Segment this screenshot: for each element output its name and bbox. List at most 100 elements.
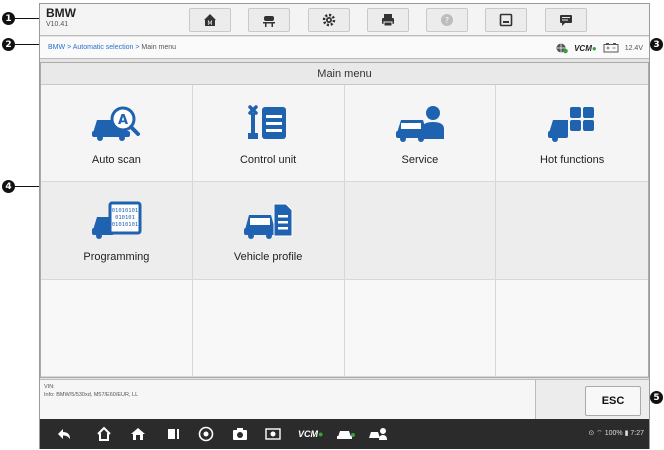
vcm-label: VCM [574,43,592,53]
vehicle-shortcut-icon[interactable] [336,426,356,442]
callout-leader [15,44,39,45]
breadcrumb-separator: > [67,44,72,51]
breadcrumb-current: Main menu [141,44,177,51]
home-icon: M [204,14,216,27]
system-status: ⊙ ⌔ 100% ▮ 7:27 [588,429,644,438]
svg-text:A: A [118,113,128,128]
callout-marker: 4 [2,180,15,193]
settings-button[interactable] [308,8,350,32]
svg-text:01010101: 01010101 [112,222,139,228]
esc-button[interactable]: ESC [585,386,641,416]
hot-functions-icon [548,107,595,142]
info-line: Info: BMW/5/530xd, M57/E60/EUR, LL [44,392,139,398]
vcm-shortcut[interactable]: VCM● [298,426,324,442]
functional-buttons: ESC [535,380,649,420]
camera-icon[interactable] [232,426,248,442]
battery-voltage-icon [603,43,619,53]
vehicle-lift-icon [263,16,275,27]
menu-tile-empty [192,279,345,377]
callout-marker: 3 [650,38,663,51]
android-home-icon[interactable] [96,426,112,442]
display-icon[interactable] [265,426,281,442]
vehicle-swap-button[interactable] [248,8,290,32]
main-menu-panel: Main menu A Auto scan Control unit Servi… [40,62,649,378]
vehicle-profile-icon [244,203,293,240]
menu-tile-vehicle-profile[interactable]: Vehicle profile [192,182,345,280]
top-toolbar: BMW V10.41 M ? [40,4,649,36]
menu-tile-empty [344,182,497,280]
remote-expert-icon[interactable] [368,426,388,442]
menu-tile-programming[interactable]: 01010101 010101 01010101 Programming [41,182,193,280]
battery-icon: ▮ [624,430,629,437]
tablet-screen: BMW V10.41 M ? BMW > Automatic selection… [39,3,650,449]
network-icon [556,43,568,54]
main-menu-title: Main menu [41,63,648,85]
svg-text:M: M [207,20,212,27]
vcm-shortcut-label: VCM [298,429,318,439]
menu-tile-label: Programming [83,251,150,264]
vehicle-make: BMW [46,6,76,20]
menu-tile-label: Control unit [239,154,297,166]
save-button[interactable] [485,8,527,32]
breadcrumb-link-selection[interactable]: Automatic selection [73,44,134,51]
menu-tile-empty [496,182,648,280]
recent-apps-icon[interactable] [165,426,181,442]
clock: 7:27 [630,430,644,437]
gear-icon [322,13,336,27]
svg-text:01010101: 01010101 [112,208,139,214]
browser-icon[interactable] [198,426,214,442]
svg-text:010101: 010101 [115,215,135,221]
menu-tile-auto-scan[interactable]: A Auto scan [41,85,193,183]
callout-marker: 1 [2,12,15,25]
menu-tile-empty [496,279,648,377]
menu-tile-label: Service [401,154,439,166]
breadcrumb-separator: > [135,44,140,51]
callout-marker: 2 [2,38,15,51]
back-icon[interactable] [56,426,72,442]
printer-icon [382,14,394,27]
auto-scan-icon: A [92,106,141,141]
control-unit-icon [248,105,287,139]
vin-line: VIN: [44,384,55,390]
callout-marker: 5 [650,391,663,404]
vehicle-brand: BMW V10.41 [46,7,76,29]
location-icon: ⊙ [588,430,595,437]
chat-icon [560,15,572,26]
menu-tile-label: Hot functions [540,154,605,166]
wifi-icon: ⌔ [596,430,603,437]
menu-tile-service[interactable]: Service [344,85,497,183]
callout-leader [15,186,39,187]
svg-text:?: ? [445,16,449,25]
menu-tile-empty [344,279,497,377]
breadcrumb-bar: BMW > Automatic selection > Main menu VC… [40,37,649,59]
system-navigation-bar: VCM● ⊙ ⌔ 100% ▮ 7:27 [40,419,649,449]
function-grid: A Auto scan Control unit Service Hot fun… [41,85,648,377]
help-icon: ? [441,14,453,26]
vehicle-info-bar: VIN: Info: BMW/5/530xd, M57/E60/EUR, LL … [40,379,649,420]
save-icon [499,13,513,27]
breadcrumb: BMW > Automatic selection > Main menu [48,44,176,51]
vcm-status: VCM● [574,44,597,53]
menu-tile-control-unit[interactable]: Control unit [192,85,345,183]
battery-status: 100% [604,430,623,437]
callout-leader [15,18,39,19]
maxifix-home-icon[interactable] [130,426,146,442]
menu-tile-hot-functions[interactable]: Hot functions [496,85,648,183]
message-button[interactable] [545,8,587,32]
print-button[interactable] [367,8,409,32]
service-icon [395,106,444,142]
vcm-connected-icon: ● [591,43,597,53]
menu-tile-empty [41,279,193,377]
menu-tile-label: Auto scan [91,154,141,166]
vcm-connected-icon: ● [318,429,324,439]
programming-icon: 01010101 010101 01010101 [92,201,142,240]
software-version: V10.41 [46,21,69,28]
home-button[interactable]: M [189,8,231,32]
breadcrumb-link-make[interactable]: BMW [48,44,65,51]
screenshot-page: 1 2 3 4 5 BMW V10.41 M ? BMW > Automatic… [0,0,664,450]
battery-voltage: 12.4V [624,44,643,52]
vehicle-info: VIN: Info: BMW/5/530xd, M57/E60/EUR, LL [44,383,138,399]
help-button[interactable]: ? [426,8,468,32]
menu-tile-label: Vehicle profile [233,251,303,264]
connection-status: VCM● 12.4V [556,42,643,54]
